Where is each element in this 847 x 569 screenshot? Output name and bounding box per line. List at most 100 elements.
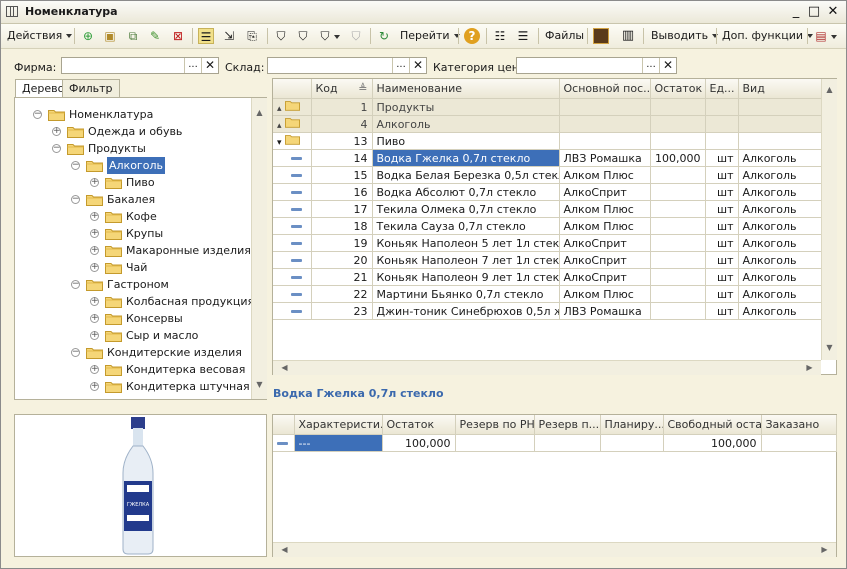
stock-cell[interactable] bbox=[650, 115, 706, 133]
kind-cell[interactable]: Алкоголь bbox=[738, 149, 823, 167]
stock-cell[interactable] bbox=[650, 268, 706, 286]
expand-icon[interactable]: + bbox=[90, 297, 99, 306]
collapse-icon[interactable]: − bbox=[71, 161, 80, 170]
stock-cell[interactable] bbox=[650, 251, 706, 269]
tree-node[interactable]: + Крупы bbox=[15, 225, 249, 242]
list-view-icon[interactable]: ⎘ bbox=[244, 28, 260, 44]
code-cell[interactable]: 17 bbox=[311, 200, 373, 218]
column-header-kind[interactable]: Вид bbox=[738, 79, 823, 99]
collapse-icon[interactable]: − bbox=[33, 110, 42, 119]
tree-node[interactable]: + Пиво bbox=[15, 174, 249, 191]
scroll-down-icon[interactable]: ▼ bbox=[822, 341, 837, 355]
unit-cell[interactable]: шт bbox=[705, 268, 739, 286]
firm-clear-button[interactable]: ✕ bbox=[201, 58, 218, 73]
tree-node[interactable]: − Алкоголь bbox=[15, 157, 249, 174]
detail-horizontal-scrollbar[interactable]: ◀ ▶ bbox=[273, 542, 836, 557]
tab-filter[interactable]: Фильтр bbox=[62, 79, 120, 98]
tree-node[interactable]: − Гастроном bbox=[15, 276, 249, 293]
stock-cell[interactable] bbox=[650, 200, 706, 218]
name-cell[interactable]: Водка Гжелка 0,7л стекло bbox=[372, 149, 560, 167]
price-category-field[interactable]: ... ✕ bbox=[516, 57, 677, 74]
supplier-cell[interactable] bbox=[559, 98, 651, 116]
supplier-cell[interactable] bbox=[559, 115, 651, 133]
name-cell[interactable]: Джин-тоник Синебрюхов 0,5л же... bbox=[372, 302, 560, 320]
code-cell[interactable]: 1 bbox=[311, 98, 373, 116]
collapse-icon[interactable]: − bbox=[52, 144, 61, 153]
detail-reserve-rn-cell[interactable] bbox=[455, 434, 535, 452]
column-header-supplier[interactable]: Основной пос... bbox=[559, 79, 651, 99]
tree-node[interactable]: + Кондитерка весовая bbox=[15, 361, 249, 378]
tree-node[interactable]: − Номенклатура bbox=[15, 106, 249, 123]
firm-select-button[interactable]: ... bbox=[184, 58, 201, 73]
kind-cell[interactable]: Алкоголь bbox=[738, 234, 823, 252]
scroll-left-icon[interactable]: ◀ bbox=[277, 361, 292, 375]
table-row[interactable]: 20 Коньяк Наполеон 7 лет 1л стекло АлкоСпр… bbox=[273, 251, 823, 269]
tree-node[interactable]: + Одежда и обувь bbox=[15, 123, 249, 140]
supplier-cell[interactable]: АлкоСприт bbox=[559, 183, 651, 201]
name-cell[interactable]: Коньяк Наполеон 5 лет 1л стекло bbox=[372, 234, 560, 252]
scroll-right-icon[interactable]: ▶ bbox=[817, 543, 832, 557]
unit-cell[interactable]: шт bbox=[705, 149, 739, 167]
goto-menu-button[interactable]: Перейти bbox=[400, 27, 460, 45]
edit-icon[interactable]: ✎ bbox=[147, 28, 163, 44]
scroll-up-icon[interactable]: ▲ bbox=[822, 83, 837, 97]
table-row[interactable]: 23Джин-тоник Синебрюхов 0,5л же...ЛВЗ Ро… bbox=[273, 302, 823, 320]
kind-cell[interactable]: Алкоголь bbox=[738, 217, 823, 235]
name-cell[interactable]: Алкоголь bbox=[372, 115, 560, 133]
filter-by-value-icon[interactable]: ⛉ bbox=[295, 28, 311, 44]
tree-node[interactable]: − Бакалея bbox=[15, 191, 249, 208]
column-header-code[interactable]: Код ≜ bbox=[311, 79, 373, 99]
supplier-cell[interactable]: Алком Плюс bbox=[559, 285, 651, 303]
tree-vertical-scrollbar[interactable]: ▲ ▼ bbox=[251, 98, 267, 399]
unit-cell[interactable]: шт bbox=[705, 166, 739, 184]
supplier-cell[interactable]: Алком Плюс bbox=[559, 200, 651, 218]
supplier-cell[interactable]: ЛВЗ Ромашка bbox=[559, 302, 651, 320]
tree-node[interactable]: + Макаронные изделия bbox=[15, 242, 251, 259]
scroll-up-icon[interactable]: ▲ bbox=[252, 106, 267, 120]
expand-icon[interactable]: + bbox=[90, 229, 99, 238]
code-cell[interactable]: 18 bbox=[311, 217, 373, 235]
stock-cell[interactable]: 100,000 bbox=[650, 149, 706, 167]
delete-icon[interactable]: ⊠ bbox=[170, 28, 186, 44]
scroll-left-icon[interactable]: ◀ bbox=[277, 543, 292, 557]
tree-node[interactable]: + Сыр и масло bbox=[15, 327, 249, 344]
stock-cell[interactable] bbox=[650, 183, 706, 201]
code-cell[interactable]: 23 bbox=[311, 302, 373, 320]
code-cell[interactable]: 20 bbox=[311, 251, 373, 269]
name-cell[interactable]: Мартини Бьянко 0,7л стекло bbox=[372, 285, 560, 303]
expand-icon[interactable]: + bbox=[52, 127, 61, 136]
kind-cell[interactable] bbox=[738, 98, 823, 116]
kind-cell[interactable] bbox=[738, 115, 823, 133]
picture-icon[interactable] bbox=[593, 28, 609, 44]
hierarchy-view-icon[interactable]: ☰ bbox=[198, 28, 214, 44]
table-row[interactable]: 14 Водка Гжелка 0,7л стекло ЛВЗ Ромашка 100… bbox=[273, 149, 823, 167]
table-row[interactable]: ▾ 13 Пиво bbox=[273, 132, 823, 150]
help-icon[interactable]: ? bbox=[464, 28, 480, 44]
supplier-cell[interactable]: АлкоСприт bbox=[559, 234, 651, 252]
code-cell[interactable]: 13 bbox=[311, 132, 373, 150]
unit-cell[interactable]: шт bbox=[705, 234, 739, 252]
tree-node[interactable]: + Чай bbox=[15, 259, 249, 276]
extra-functions-menu-button[interactable]: Доп. функции bbox=[722, 27, 813, 45]
column-header-name[interactable]: Наименование bbox=[372, 79, 560, 99]
expand-icon[interactable]: + bbox=[90, 178, 99, 187]
name-cell[interactable]: Водка Абсолют 0,7л стекло bbox=[372, 183, 560, 201]
columns-icon[interactable]: ☷ bbox=[492, 28, 508, 44]
stock-cell[interactable] bbox=[650, 132, 706, 150]
unit-cell[interactable]: шт bbox=[705, 200, 739, 218]
detail-stock-cell[interactable]: 100,000 bbox=[382, 434, 456, 452]
supplier-cell[interactable]: Алком Плюс bbox=[559, 217, 651, 235]
code-cell[interactable]: 4 bbox=[311, 115, 373, 133]
detail-header-planned[interactable]: Планиру... bbox=[600, 415, 664, 435]
move-to-group-icon[interactable]: ⇲ bbox=[221, 28, 237, 44]
files-button[interactable]: Файлы bbox=[545, 27, 584, 45]
expand-icon[interactable]: + bbox=[90, 365, 99, 374]
maximize-button[interactable]: □ bbox=[806, 4, 822, 20]
column-header-unit[interactable]: Ед... bbox=[705, 79, 739, 99]
collapse-icon[interactable]: − bbox=[71, 348, 80, 357]
tree-node[interactable]: + Колбасная продукция bbox=[15, 293, 254, 310]
actions-menu-button[interactable]: Действия bbox=[7, 27, 72, 45]
detail-header-free-stock[interactable]: Свободный оста... bbox=[663, 415, 762, 435]
kind-cell[interactable]: Алкоголь bbox=[738, 183, 823, 201]
print-menu-button[interactable]: Выводить bbox=[651, 27, 718, 45]
